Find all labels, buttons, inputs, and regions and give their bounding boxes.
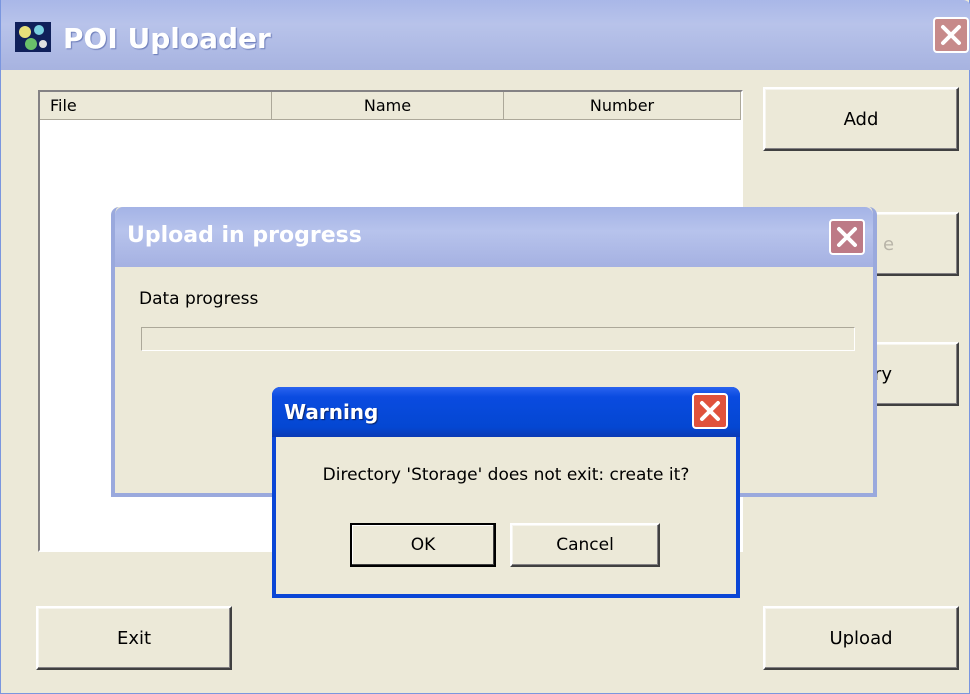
list-header: File Name Number	[40, 92, 741, 120]
column-header-file[interactable]: File	[40, 92, 272, 120]
warning-title: Warning	[284, 400, 379, 424]
cancel-button[interactable]: Cancel	[510, 523, 660, 567]
upload-dialog-title-bar[interactable]: Upload in progress	[115, 207, 873, 267]
data-progress-label: Data progress	[139, 289, 259, 309]
window-title: POI Uploader	[63, 22, 271, 55]
warning-dialog: Warning Directory 'Storage' does not exi…	[272, 387, 740, 598]
warning-message: Directory 'Storage' does not exit: creat…	[322, 465, 690, 485]
column-header-name[interactable]: Name	[272, 92, 504, 120]
exit-button[interactable]: Exit	[36, 606, 232, 670]
column-header-number[interactable]: Number	[504, 92, 741, 120]
upload-button[interactable]: Upload	[763, 606, 959, 670]
main-title-bar[interactable]: POI Uploader	[1, 0, 970, 70]
upload-dialog-close-icon[interactable]	[829, 219, 865, 255]
warning-title-bar[interactable]: Warning	[272, 387, 740, 437]
data-progress-bar	[141, 327, 855, 351]
warning-close-icon[interactable]	[692, 393, 728, 429]
add-button[interactable]: Add	[763, 87, 959, 151]
poi-app-icon	[15, 22, 51, 52]
upload-dialog-title: Upload in progress	[127, 223, 362, 248]
ok-button[interactable]: OK	[350, 523, 496, 567]
close-icon[interactable]	[933, 17, 969, 53]
